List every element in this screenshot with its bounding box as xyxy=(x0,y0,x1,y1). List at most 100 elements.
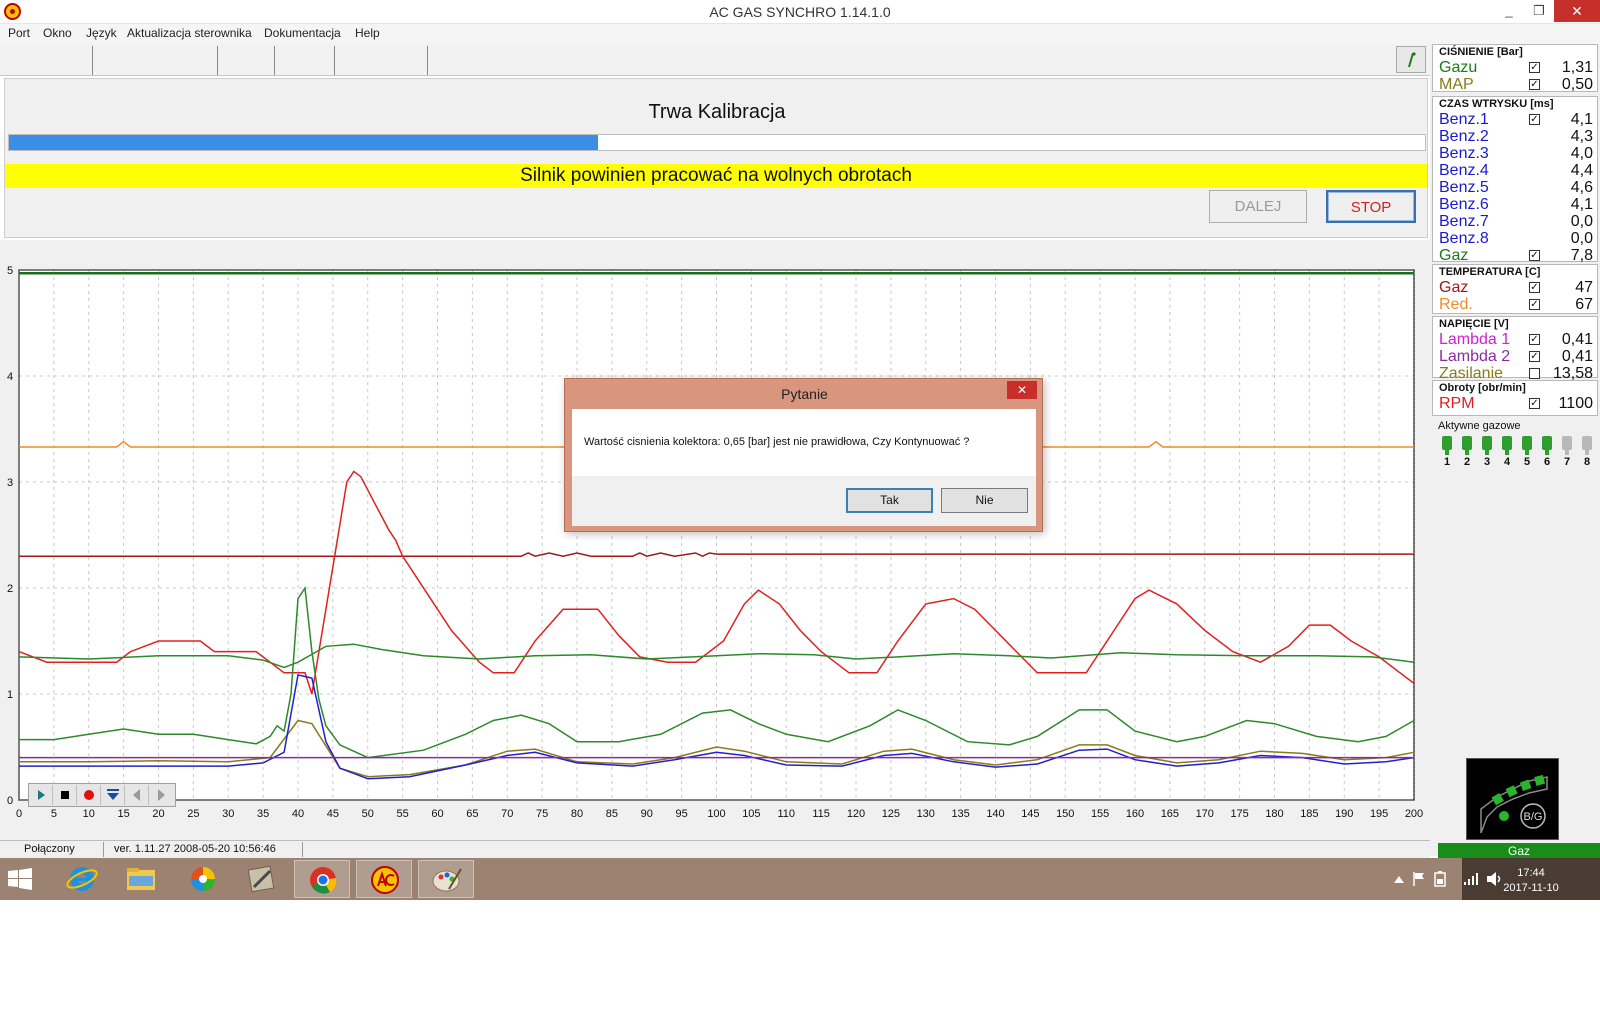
close-button[interactable]: ✕ xyxy=(1554,0,1600,22)
injector-indicator: 4 xyxy=(1498,434,1516,468)
readout-checkbox[interactable] xyxy=(1529,368,1540,379)
paint-icon xyxy=(432,868,462,892)
toolbar-tab-5[interactable] xyxy=(335,46,428,75)
arrow-left-icon xyxy=(133,789,140,801)
readout-value: 0,41 xyxy=(1561,331,1593,348)
prev-button[interactable] xyxy=(125,785,149,805)
readout-checkbox[interactable]: ✓ xyxy=(1529,282,1540,293)
taskbar-app-tool[interactable] xyxy=(234,860,290,898)
injector-tip xyxy=(1465,450,1469,455)
readout-checkbox[interactable]: ✓ xyxy=(1529,62,1540,73)
readout-value: 0,0 xyxy=(1570,230,1593,247)
show-hidden-icons-icon[interactable] xyxy=(1393,874,1405,884)
menu-dokumentacja[interactable]: Dokumentacja xyxy=(264,26,341,40)
readout-row: Gazu ✓ 1,31 xyxy=(1439,59,1593,76)
toolbar-tab-1[interactable] xyxy=(4,46,93,75)
no-button[interactable]: Nie xyxy=(941,488,1028,513)
start-button[interactable] xyxy=(8,868,32,890)
readout-label: Benz.6 xyxy=(1439,196,1489,213)
minimize-button[interactable]: _ xyxy=(1494,0,1524,22)
menu-help[interactable]: Help xyxy=(355,26,380,40)
readout-label: Gaz xyxy=(1439,279,1469,296)
injector-icon xyxy=(1502,436,1512,450)
color-wheel-icon xyxy=(191,867,215,891)
readout-row: Gaz ✓ 7,8 xyxy=(1439,247,1593,264)
dialog-close-button[interactable]: ✕ xyxy=(1007,381,1037,399)
toolbar-tab-4[interactable] xyxy=(275,46,335,75)
play-icon xyxy=(38,790,45,800)
maximize-button[interactable]: ❐ xyxy=(1524,0,1554,22)
taskbar-paint[interactable] xyxy=(418,860,474,898)
taskbar-explorer[interactable] xyxy=(113,860,169,898)
readout-label: Benz.1 xyxy=(1439,111,1489,128)
x-tick-label: 0 xyxy=(16,808,22,820)
flag-icon[interactable] xyxy=(1412,871,1426,887)
readout-value: 0,41 xyxy=(1561,348,1593,365)
next-frame-button[interactable] xyxy=(149,785,173,805)
injector-tip xyxy=(1565,450,1569,455)
injector-indicator: 7 xyxy=(1558,434,1576,468)
readout-checkbox[interactable]: ✓ xyxy=(1529,114,1540,125)
taskbar-app-color[interactable] xyxy=(175,860,231,898)
readout-checkbox[interactable]: ✓ xyxy=(1529,79,1540,90)
readout-checkbox[interactable]: ✓ xyxy=(1529,398,1540,409)
taskbar-chrome[interactable] xyxy=(294,860,350,898)
toolbar-tab-3[interactable] xyxy=(218,46,275,75)
playback-controls xyxy=(28,783,176,807)
chrome-icon xyxy=(310,867,337,894)
next-button[interactable]: DALEJ xyxy=(1209,190,1307,223)
injector-icon xyxy=(1582,436,1592,450)
injector-icon xyxy=(1562,436,1572,450)
readout-checkbox[interactable]: ✓ xyxy=(1529,351,1540,362)
x-tick-label: 10 xyxy=(83,808,95,820)
x-tick-label: 30 xyxy=(222,808,234,820)
toolbar xyxy=(0,44,1430,76)
injectors-title: Aktywne gazowe xyxy=(1438,420,1521,432)
readout-label: Lambda 1 xyxy=(1439,331,1511,348)
injector-indicator: 8 xyxy=(1578,434,1596,468)
menu-okno[interactable]: Okno xyxy=(43,26,72,40)
injector-indicator: 5 xyxy=(1518,434,1536,468)
menu-jezyk[interactable]: Język xyxy=(86,26,117,40)
injector-icon xyxy=(1482,436,1492,450)
stop-button[interactable]: STOP xyxy=(1326,190,1416,223)
x-tick-label: 25 xyxy=(187,808,199,820)
help-button[interactable] xyxy=(1396,46,1426,73)
stop-record-button[interactable] xyxy=(53,785,77,805)
x-tick-label: 60 xyxy=(431,808,443,820)
y-tick-label: 5 xyxy=(7,265,13,277)
play-button[interactable] xyxy=(29,785,53,805)
battery-icon[interactable] xyxy=(1432,871,1448,887)
readout-checkbox[interactable]: ✓ xyxy=(1529,334,1540,345)
readout-label: Benz.2 xyxy=(1439,128,1489,145)
injector-number: 2 xyxy=(1463,456,1471,468)
menu-aktualizacja[interactable]: Aktualizacja sterownika xyxy=(127,26,252,40)
menu-port[interactable]: Port xyxy=(8,26,30,40)
save-button[interactable] xyxy=(101,785,125,805)
record-button[interactable] xyxy=(77,785,101,805)
injector-tip xyxy=(1585,450,1589,455)
calibration-progress-fill xyxy=(9,135,599,150)
gas-mode-switch[interactable]: B/G xyxy=(1466,758,1559,840)
section-injection: CZAS WTRYSKU [ms] Benz.1 ✓ 4,1 Benz.2 4,3 Benz… xyxy=(1432,96,1598,264)
readout-label: Benz.4 xyxy=(1439,162,1489,179)
readout-checkbox[interactable]: ✓ xyxy=(1529,299,1540,310)
idle-warning: Silnik powinien pracować na wolnych obro… xyxy=(5,164,1427,188)
readout-checkbox[interactable]: ✓ xyxy=(1529,250,1540,261)
section-temperature: TEMPERATURA [C] Gaz ✓ 47 Red. ✓ 67 xyxy=(1432,264,1598,314)
yes-button[interactable]: Tak xyxy=(846,488,933,513)
toolbar-tab-2[interactable] xyxy=(93,46,218,75)
injector-number: 4 xyxy=(1503,456,1511,468)
taskbar-ac-gas[interactable] xyxy=(356,860,412,898)
section-rpm: Obroty [obr/min] RPM ✓ 1100 xyxy=(1432,380,1598,416)
readout-value: 4,4 xyxy=(1570,162,1593,179)
injector-icon xyxy=(1442,436,1452,450)
taskbar-ie[interactable] xyxy=(54,860,110,898)
fuel-mode-status: Gaz xyxy=(1438,843,1600,859)
x-tick-label: 35 xyxy=(257,808,269,820)
dialog-message: Wartość cisnienia kolektora: 0,65 [bar] … xyxy=(584,436,970,448)
x-tick-label: 70 xyxy=(501,808,513,820)
calibration-progress xyxy=(8,134,1426,151)
readout-label: Lambda 2 xyxy=(1439,348,1511,365)
x-tick-label: 50 xyxy=(362,808,374,820)
